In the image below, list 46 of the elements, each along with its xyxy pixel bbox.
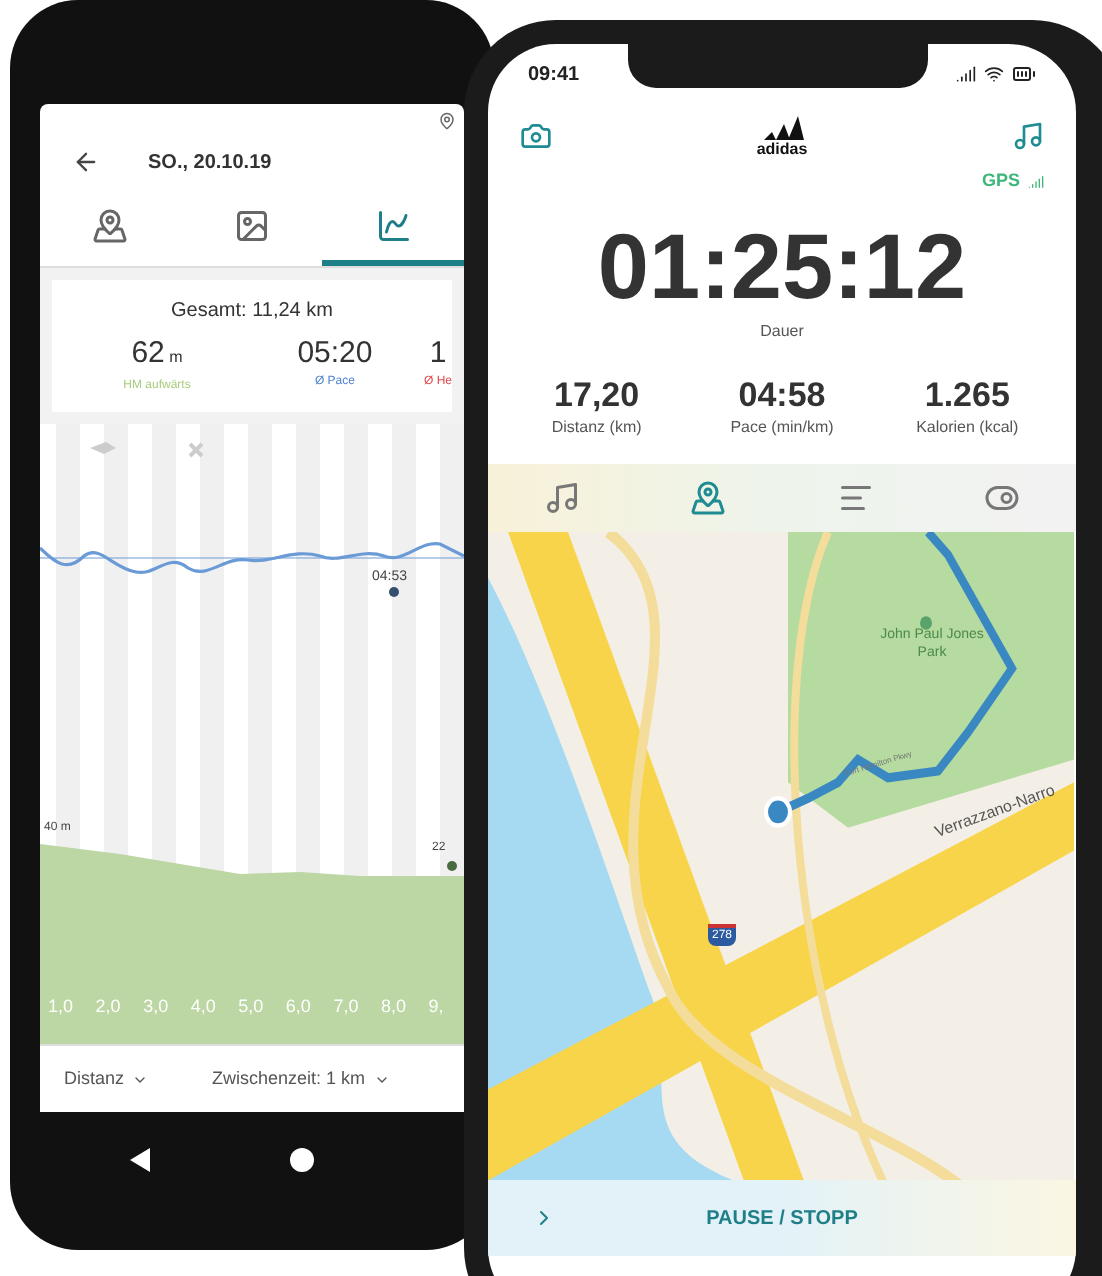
pause-stop-button[interactable]: PAUSE / STOPP: [488, 1180, 1076, 1256]
battery-icon: [1012, 62, 1036, 86]
total-distance: Gesamt: 11,24 km: [171, 298, 333, 326]
axis-label: 4,0: [190, 993, 218, 1019]
gps-label: GPS: [981, 168, 1020, 194]
back-icon[interactable]: [72, 148, 100, 176]
music-icon[interactable]: [1012, 120, 1044, 152]
back-triangle-icon[interactable]: [130, 1148, 150, 1172]
axis-label: 5,0: [238, 993, 266, 1019]
map-icon: [690, 479, 727, 515]
status-time: 09:41: [528, 61, 580, 89]
pace-point: [389, 587, 399, 597]
elevation-point: [447, 861, 457, 871]
stat-value: 1: [429, 334, 447, 374]
logo-text: adidas: [756, 139, 808, 157]
home-circle-icon[interactable]: [290, 1148, 314, 1172]
signal-icon: [1028, 173, 1044, 190]
signal-icon: [956, 64, 976, 84]
stat-value: 62 m: [131, 334, 183, 374]
stat-value: 1.265: [924, 375, 1010, 415]
axis-label: 1,0: [48, 993, 76, 1019]
axis-label: 8,0: [380, 993, 408, 1019]
axis-label: 3,0: [143, 993, 171, 1019]
stat-label: Kalorien (kcal): [916, 415, 1019, 439]
dropdown[interactable]: Distanz: [64, 1065, 149, 1093]
location-icon: [438, 112, 456, 130]
axis-label: 6,0: [285, 993, 313, 1019]
stat-value: 17,20: [554, 375, 640, 415]
stat-label: Distanz (km): [551, 415, 642, 439]
stat-label: Pace (min/km): [730, 415, 834, 439]
map-icon: [92, 208, 129, 244]
stat-value: 04:58: [738, 375, 826, 415]
camera-icon[interactable]: [520, 120, 552, 152]
stat-value: 05:20: [297, 334, 373, 374]
timer-label: Dauer: [760, 319, 804, 343]
axis-label: 9,: [428, 993, 446, 1019]
dropdown[interactable]: Zwischenzeit: 1 km: [212, 1065, 390, 1093]
timer-value: 01:25:12: [597, 211, 967, 319]
chart-icon: [375, 208, 412, 244]
date-title: SO., 20.10.19: [148, 149, 272, 177]
axis-label: 7,0: [333, 993, 361, 1019]
wifi-icon: [984, 64, 1004, 84]
axis-label: 2,0: [95, 993, 123, 1019]
logo-icon: [760, 115, 804, 139]
music-icon: [543, 479, 580, 515]
image-icon: [234, 208, 270, 244]
